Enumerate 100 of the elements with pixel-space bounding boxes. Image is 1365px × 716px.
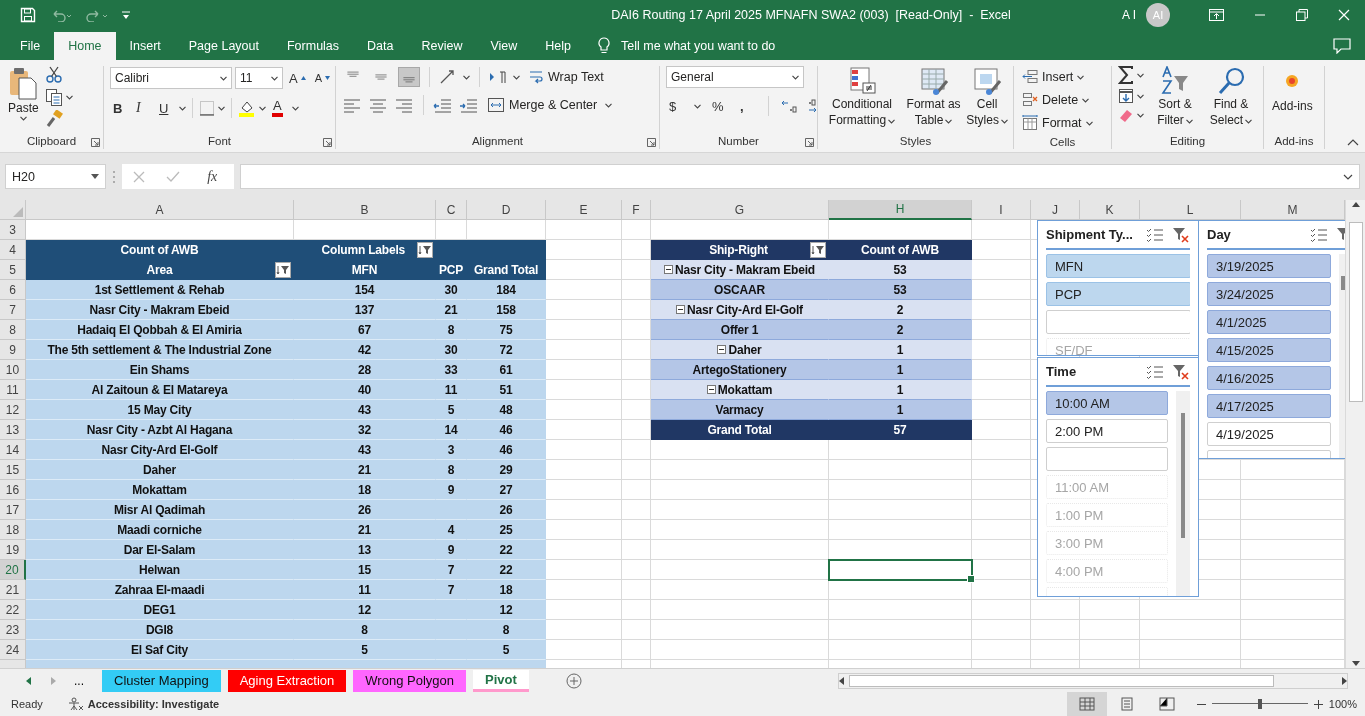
increase-indent-icon[interactable] bbox=[459, 97, 479, 113]
fill-down-icon[interactable] bbox=[1118, 88, 1134, 104]
sheet-tab[interactable]: Wrong Polygon bbox=[353, 669, 466, 692]
caret-icon[interactable] bbox=[463, 74, 470, 80]
caret-icon[interactable] bbox=[271, 75, 278, 81]
font-color-button[interactable]: A bbox=[269, 96, 289, 120]
filter-button-icon[interactable] bbox=[417, 241, 433, 258]
column-header[interactable]: F bbox=[622, 200, 651, 220]
multi-select-icon[interactable] bbox=[1310, 226, 1328, 243]
paste-button[interactable]: Paste bbox=[6, 66, 41, 121]
ribbon-tab[interactable]: View bbox=[476, 32, 532, 60]
increase-decimal-icon[interactable] bbox=[780, 98, 798, 114]
row-header[interactable]: 15 bbox=[0, 460, 26, 480]
wrap-text-button[interactable]: Wrap Text bbox=[526, 66, 606, 88]
save-icon[interactable] bbox=[20, 7, 36, 23]
comment-icon[interactable] bbox=[1333, 38, 1351, 54]
column-header[interactable]: A bbox=[26, 200, 294, 220]
slicer-item[interactable]: 3/19/2025 bbox=[1207, 254, 1331, 278]
column-header[interactable]: D bbox=[467, 200, 546, 220]
slicer-item[interactable]: 10:00 AM bbox=[1046, 391, 1168, 415]
ribbon-tab[interactable]: Data bbox=[353, 32, 408, 60]
font-name-field[interactable]: Calibri bbox=[110, 67, 232, 89]
ribbon-tab[interactable]: Formulas bbox=[272, 32, 354, 60]
caret-icon[interactable] bbox=[19, 116, 27, 121]
scroll-left-icon[interactable] bbox=[838, 676, 845, 685]
styles-button[interactable]: Cell Styles bbox=[964, 66, 1010, 128]
editing-button[interactable]: Sort & Filter bbox=[1148, 66, 1202, 128]
copy-icon[interactable] bbox=[44, 88, 63, 106]
row-header[interactable]: 24 bbox=[0, 640, 26, 660]
paragraph-direction-icon[interactable] bbox=[489, 70, 507, 84]
slicer-item[interactable]: 3/24/2025 bbox=[1207, 282, 1331, 306]
caret-icon[interactable] bbox=[220, 75, 227, 81]
row-header[interactable]: 18 bbox=[0, 520, 26, 540]
add-ins-button[interactable]: Add-ins bbox=[1270, 66, 1315, 114]
zoom-slider[interactable] bbox=[1211, 699, 1308, 709]
customize-caret-icon[interactable] bbox=[122, 10, 130, 20]
slicer-item[interactable]: PCP bbox=[1046, 282, 1190, 306]
drag-handle-icon[interactable] bbox=[112, 169, 116, 184]
row-header[interactable]: 9 bbox=[0, 340, 26, 360]
accessibility-icon[interactable] bbox=[67, 697, 84, 711]
grow-font-button[interactable]: A bbox=[286, 66, 309, 90]
orientation-icon[interactable] bbox=[439, 69, 457, 85]
row-header[interactable]: 10 bbox=[0, 360, 26, 380]
row-header[interactable]: 16 bbox=[0, 480, 26, 500]
row-header[interactable]: 22 bbox=[0, 600, 26, 620]
name-box[interactable]: H20 bbox=[5, 164, 106, 189]
row-header[interactable]: 3 bbox=[0, 220, 26, 240]
sheet-tab[interactable]: Pivot bbox=[473, 669, 529, 692]
ribbon-tab[interactable]: Help bbox=[531, 32, 586, 60]
number-format-field[interactable]: General bbox=[666, 66, 804, 88]
selected-cell[interactable] bbox=[829, 560, 972, 580]
bold-button[interactable]: B bbox=[110, 96, 130, 120]
caret-icon[interactable] bbox=[292, 105, 299, 111]
column-header[interactable]: J bbox=[1031, 200, 1080, 220]
cells-button[interactable]: Delete bbox=[1020, 89, 1095, 111]
styles-button[interactable]: Format as Table bbox=[903, 66, 965, 128]
caret-icon[interactable] bbox=[65, 94, 73, 100]
tell-me-field[interactable]: Tell me what you want to do bbox=[621, 39, 776, 53]
row-header[interactable]: 4 bbox=[0, 240, 26, 260]
clear-filter-icon[interactable] bbox=[1172, 226, 1190, 243]
collapse-icon[interactable] bbox=[717, 345, 727, 354]
scissors-icon[interactable] bbox=[44, 66, 63, 84]
slicer-item[interactable]: 4/19/2025 bbox=[1207, 422, 1331, 446]
comma-button[interactable]: , bbox=[737, 94, 757, 118]
zoom-level[interactable]: 100% bbox=[1328, 698, 1357, 710]
ribbon-tab[interactable]: Review bbox=[407, 32, 477, 60]
currency-button[interactable]: $ bbox=[666, 94, 686, 118]
font-size-field[interactable]: 11 bbox=[235, 67, 283, 89]
column-header[interactable]: M bbox=[1241, 200, 1345, 220]
column-header[interactable]: L bbox=[1140, 200, 1241, 220]
row-header[interactable]: 23 bbox=[0, 620, 26, 640]
redo-icon[interactable] bbox=[86, 8, 108, 22]
dialog-launcher-icon[interactable] bbox=[647, 138, 656, 147]
zoom-in-icon[interactable] bbox=[1313, 699, 1323, 709]
row-header[interactable]: 8 bbox=[0, 320, 26, 340]
row-header[interactable]: 5 bbox=[0, 260, 26, 280]
caret-icon[interactable] bbox=[218, 105, 225, 111]
scroll-up-icon[interactable] bbox=[1350, 200, 1361, 208]
caret-icon[interactable] bbox=[259, 105, 266, 111]
scroll-thumb[interactable] bbox=[1348, 222, 1363, 402]
collapse-icon[interactable] bbox=[664, 265, 674, 274]
collapse-icon[interactable] bbox=[676, 305, 686, 314]
caret-icon[interactable] bbox=[1137, 93, 1144, 99]
sum-icon[interactable] bbox=[1118, 66, 1134, 84]
scroll-left-icon[interactable] bbox=[26, 676, 32, 685]
ribbon-tab[interactable]: Insert bbox=[115, 32, 175, 60]
accessibility-status[interactable]: Accessibility: Investigate bbox=[87, 698, 220, 710]
row-header[interactable]: 17 bbox=[0, 500, 26, 520]
horizontal-scrollbar[interactable] bbox=[837, 672, 1348, 689]
styles-button[interactable]: Conditional Formatting bbox=[821, 66, 904, 128]
row-header[interactable]: 19 bbox=[0, 540, 26, 560]
column-header[interactable]: K bbox=[1080, 200, 1140, 220]
sheet-tab[interactable]: Cluster Mapping bbox=[102, 669, 221, 692]
caret-icon[interactable] bbox=[694, 103, 701, 109]
more-sheets-button[interactable]: ... bbox=[74, 673, 84, 688]
caret-icon[interactable] bbox=[605, 102, 613, 108]
row-header[interactable]: 20 bbox=[0, 560, 26, 580]
slicer-item[interactable]: 4/17/2025 bbox=[1207, 394, 1331, 418]
row-header[interactable]: 12 bbox=[0, 400, 26, 420]
column-header[interactable]: G bbox=[651, 200, 829, 220]
